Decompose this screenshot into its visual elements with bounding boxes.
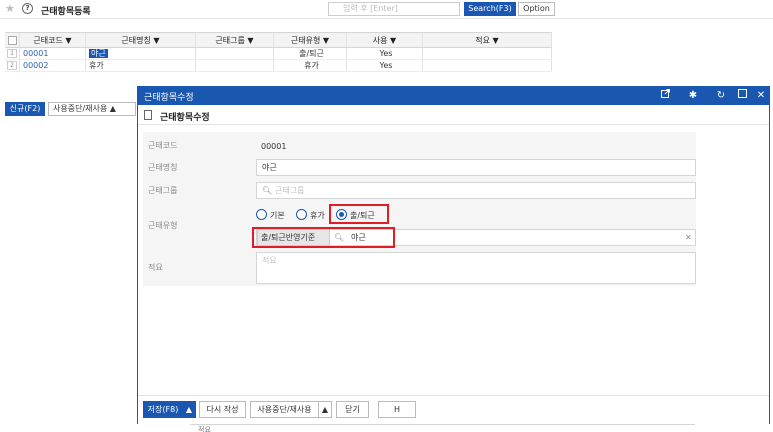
cell-use[interactable]: Yes [347, 60, 423, 71]
pin-icon[interactable]: ✱ [686, 89, 700, 102]
search-icon: 🔍︎ [262, 186, 273, 195]
radio-vacation[interactable] [296, 209, 307, 220]
maximize-icon[interactable] [735, 89, 749, 102]
background-memo-row: 적요 [190, 424, 695, 432]
cell-name-text: 야근 [89, 49, 108, 58]
col-header-name[interactable]: 근태명칭 ▼ [86, 33, 196, 47]
edit-modal: 근태항목수정 ✱ ↻ ✕ 근태항목수정 근태코드 00001 근태명칭 야근 근… [137, 86, 770, 424]
close-icon[interactable]: ✕ [754, 89, 768, 102]
cell-group[interactable] [196, 60, 274, 71]
modal-subheader: 근태항목수정 [138, 105, 769, 125]
search-button[interactable]: Search(F3) [464, 2, 516, 16]
cell-memo[interactable] [423, 60, 552, 71]
cell-name[interactable]: 야근 [86, 48, 196, 59]
radio-basic-label: 기본 [270, 211, 285, 220]
cell-type[interactable]: 출/퇴근 [274, 48, 347, 59]
cell-use[interactable]: Yes [347, 48, 423, 59]
row-number: 2 [7, 61, 17, 70]
modal-header: 근태항목수정 ✱ ↻ ✕ [138, 87, 769, 105]
cell-memo[interactable] [423, 48, 552, 59]
stop-reuse-dropdown-button[interactable]: ▲ [318, 401, 332, 418]
h-button[interactable]: H [378, 401, 416, 418]
document-icon [144, 110, 152, 120]
table-row[interactable]: 2 00002 휴가 휴가 Yes [5, 60, 552, 72]
background-memo-label: 적요 [198, 426, 211, 432]
col-header-group[interactable]: 근태그룹 ▼ [196, 33, 274, 47]
select-all-cell [5, 33, 20, 47]
col-header-memo[interactable]: 적요 ▼ [423, 33, 552, 47]
cell-type[interactable]: 휴가 [274, 60, 347, 71]
data-grid: 근태코드 ▼ 근태명칭 ▼ 근태그룹 ▼ 근태유형 ▼ 사용 ▼ 적요 ▼ 1 … [5, 32, 552, 72]
col-header-type[interactable]: 근태유형 ▼ [274, 33, 347, 47]
stop-reuse-button[interactable]: 사용중단/재사용 ▲ [48, 102, 136, 116]
code-label: 근태코드 [148, 141, 178, 150]
radio-vacation-label: 휴가 [310, 211, 325, 220]
row-number: 1 [7, 49, 17, 58]
modal-footer: 저장(F8) ▲ 다시 작성 사용중단/재사용 ▲ 닫기 H [138, 395, 769, 424]
row-number-cell: 2 [5, 60, 20, 71]
type-label: 근태유형 [148, 221, 178, 230]
cell-code[interactable]: 00001 [20, 48, 86, 59]
select-all-checkbox[interactable] [8, 36, 17, 45]
refresh-icon[interactable]: ↻ [714, 89, 728, 102]
edit-form: 근태코드 00001 근태명칭 야근 근태그룹 🔍︎ 근태그룹 근태유형 기본 … [143, 132, 696, 286]
cell-group[interactable] [196, 48, 274, 59]
search-input[interactable]: 입력 후 [Enter] [328, 2, 460, 16]
close-button[interactable]: 닫기 [336, 401, 369, 418]
group-label: 근태그룹 [148, 186, 178, 195]
row-number-cell: 1 [5, 48, 20, 59]
col-header-use[interactable]: 사용 ▼ [347, 33, 423, 47]
memo-textarea[interactable]: 적요 [256, 252, 696, 284]
page-title: 근태항목등록 [41, 7, 91, 17]
code-value: 00001 [261, 142, 287, 151]
cell-name[interactable]: 휴가 [86, 60, 196, 71]
save-dropdown-button[interactable]: ▲ [182, 401, 196, 418]
memo-label: 적요 [148, 263, 163, 272]
top-bar: ★ ? 근태항목등록 입력 후 [Enter] Search(F3) Optio… [0, 0, 773, 19]
table-row[interactable]: 1 00001 야근 출/퇴근 Yes [5, 48, 552, 60]
help-icon[interactable]: ? [22, 3, 33, 14]
star-icon[interactable]: ★ [5, 2, 15, 15]
rewrite-button[interactable]: 다시 작성 [199, 401, 246, 418]
cell-code[interactable]: 00002 [20, 60, 86, 71]
name-label: 근태명칭 [148, 163, 178, 172]
group-placeholder: 근태그룹 [275, 186, 305, 195]
grid-header: 근태코드 ▼ 근태명칭 ▼ 근태그룹 ▼ 근태유형 ▼ 사용 ▼ 적요 ▼ [5, 32, 552, 48]
external-link-icon[interactable] [658, 89, 672, 102]
name-input[interactable]: 야근 [256, 159, 696, 176]
clear-icon[interactable]: ✕ [685, 230, 692, 245]
col-header-code[interactable]: 근태코드 ▼ [20, 33, 86, 47]
radio-basic[interactable] [256, 209, 267, 220]
stop-reuse-modal-button[interactable]: 사용중단/재사용 [250, 401, 319, 418]
new-button[interactable]: 신규(F2) [5, 102, 45, 116]
modal-title: 근태항목수정 [144, 93, 194, 103]
highlight-box [252, 227, 395, 248]
highlight-box [329, 204, 389, 224]
option-button[interactable]: Option [518, 2, 555, 16]
group-input[interactable]: 🔍︎ 근태그룹 [256, 182, 696, 199]
modal-subtitle: 근태항목수정 [160, 113, 210, 123]
save-button[interactable]: 저장(F8) [143, 401, 183, 418]
